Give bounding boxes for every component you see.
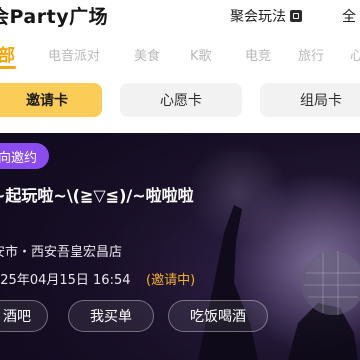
tab-travel[interactable]: 旅行	[298, 45, 324, 64]
tab-more[interactable]: 心	[350, 45, 360, 64]
party-square-page: 会Party广场 聚会玩法 全 部 电音派对 美食 K歌 电竞 旅行 心 邀请卡…	[0, 0, 360, 360]
invitation-time: 025年04月15日 16:54	[0, 273, 131, 288]
party-rules-label: 聚会玩法	[230, 9, 286, 25]
segment-wish-card[interactable]: 心愿卡	[120, 83, 242, 117]
tab-food[interactable]: 美食	[134, 45, 160, 64]
tag-chip-i-pay[interactable]: 我买单	[68, 300, 154, 332]
invite-type-badge: 向邀约	[0, 143, 50, 169]
category-tabs: 部 电音派对 美食 K歌 电竞 旅行 心	[0, 38, 360, 70]
tag-chip-eat-drink[interactable]: 吃饭喝酒	[168, 300, 268, 332]
tab-all[interactable]: 部	[0, 41, 15, 66]
tab-karaoke[interactable]: K歌	[190, 45, 212, 64]
header-right-item[interactable]: 全	[342, 6, 356, 26]
invitation-title: ~起玩啦~\(≧▽≦)/~啦啦啦	[0, 186, 194, 205]
party-rules-link[interactable]: 聚会玩法	[230, 6, 302, 26]
invitation-location: 安市・西安吾皇宏昌店	[0, 245, 123, 260]
segment-group-card[interactable]: 组局卡	[260, 83, 360, 117]
segment-invitation-card[interactable]: 邀请卡	[0, 83, 102, 117]
page-title: 会Party广场	[0, 6, 109, 28]
invitation-status: (邀请中)	[146, 273, 196, 288]
invitation-card[interactable]: 向邀约 ~起玩啦~\(≧▽≦)/~啦啦啦 安市・西安吾皇宏昌店 025年04月1…	[0, 133, 360, 360]
active-tab-indicator	[0, 66, 16, 69]
tag-chip-bar[interactable]: 酒吧	[0, 300, 48, 332]
top-header: 会Party广场 聚会玩法 全	[0, 0, 360, 34]
tab-electronic-party[interactable]: 电音派对	[48, 45, 100, 64]
tab-esports[interactable]: 电竞	[245, 45, 271, 64]
document-icon	[290, 10, 302, 22]
